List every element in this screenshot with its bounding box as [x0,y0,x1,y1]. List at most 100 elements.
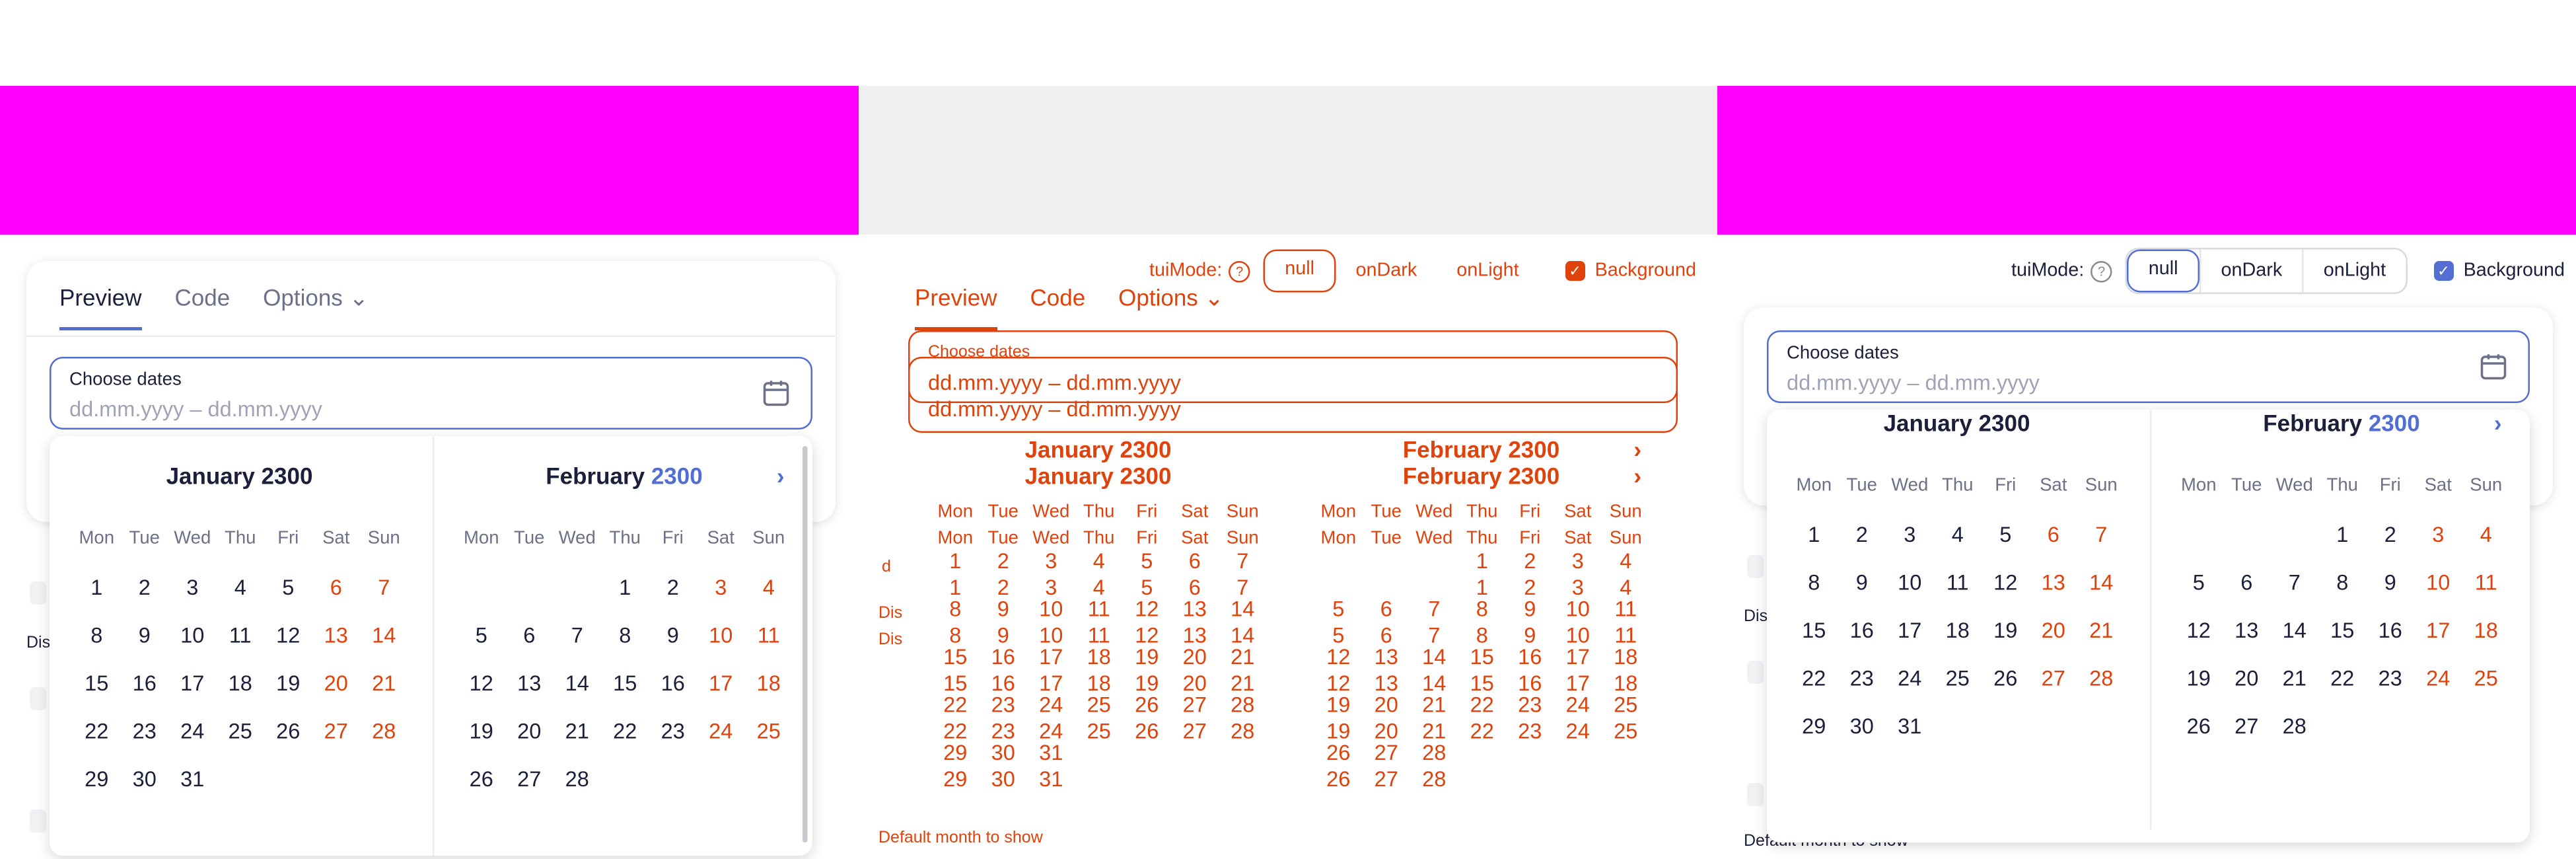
month-year[interactable]: 2300 [1979,410,2030,436]
day-cell[interactable]: 15 [1458,644,1507,669]
day-cell[interactable]: 6 [2223,570,2271,595]
day-cell[interactable]: 28 [554,766,602,792]
day-cell[interactable]: 25 [1934,666,1982,691]
day-cell[interactable]: 20 [505,719,554,744]
day-cell[interactable]: 25 [1602,692,1650,718]
day-cell[interactable]: 5 [1982,522,2030,547]
day-cell[interactable]: 16 [980,644,1028,669]
day-cell[interactable]: 5 [458,623,506,648]
day-cell[interactable]: 5 [1314,597,1363,622]
day-cell[interactable]: 20 [1171,644,1219,669]
day-cell[interactable]: 1 [931,548,980,574]
day-cell[interactable]: 27 [1171,692,1219,718]
day-cell[interactable]: 15 [2318,618,2367,643]
chevron-right-icon[interactable]: › [1633,463,1641,489]
day-cell[interactable]: 23 [121,719,169,744]
day-cell[interactable]: 23 [1506,692,1554,718]
day-cell[interactable]: 14 [1410,644,1458,669]
day-cell[interactable]: 24 [1886,666,1934,691]
day-cell[interactable]: 17 [697,671,745,696]
day-cell[interactable]: 19 [1314,692,1363,718]
mode-ondark[interactable]: onDark [2200,249,2302,293]
day-cell[interactable]: 2 [649,575,698,600]
day-cell[interactable]: 6 [1363,597,1411,622]
day-cell[interactable]: 10 [697,623,745,648]
chevron-right-icon[interactable]: › [777,463,785,489]
day-cell[interactable]: 10 [1886,570,1934,595]
month-year[interactable]: 2300 [1508,463,1559,489]
day-cell[interactable]: 15 [931,644,980,669]
mode-null[interactable]: null [2127,249,2200,293]
chevron-right-icon[interactable]: › [1633,436,1641,463]
day-cell[interactable]: 3 [168,575,217,600]
day-cell[interactable]: 8 [601,623,649,648]
day-cell[interactable]: 2 [1506,548,1554,574]
day-cell[interactable]: 7 [360,575,408,600]
day-cell[interactable]: 7 [1410,597,1458,622]
day-cell[interactable]: 18 [1602,644,1650,669]
day-cell[interactable]: 9 [2367,570,2415,595]
help-icon[interactable]: ? [1229,260,1250,282]
day-cell[interactable]: 17 [2414,618,2462,643]
day-cell[interactable]: 20 [2223,666,2271,691]
day-cell[interactable]: 24 [1554,692,1602,718]
day-cell[interactable]: 12 [1982,570,2030,595]
month-year[interactable]: 2300 [1120,463,1172,489]
day-cell[interactable]: 4 [1075,548,1124,574]
day-cell[interactable]: 22 [931,692,980,718]
day-cell[interactable]: 30 [980,766,1028,792]
background-toggle[interactable]: ✓ Background [2433,261,2565,281]
day-cell[interactable]: 2 [980,548,1028,574]
day-cell[interactable]: 12 [264,623,312,648]
day-cell[interactable]: 30 [980,740,1028,765]
day-cell[interactable]: 27 [1363,740,1411,765]
day-cell[interactable]: 21 [1219,644,1267,669]
day-cell[interactable]: 2 [1838,522,1886,547]
day-cell[interactable]: 25 [217,719,265,744]
day-cell[interactable]: 5 [1123,548,1171,574]
day-cell[interactable]: 5 [2175,570,2223,595]
date-range-input[interactable]: Choose dates dd.mm.yyyy – dd.mm.yyyy [50,357,812,430]
day-cell[interactable]: 8 [1458,597,1507,622]
tab-code[interactable]: Code [174,284,230,330]
day-cell[interactable]: 20 [1363,692,1411,718]
day-cell[interactable]: 22 [1458,692,1507,718]
day-cell[interactable]: 15 [73,671,121,696]
day-cell[interactable]: 29 [1790,714,1838,739]
day-cell[interactable]: 13 [1171,597,1219,622]
day-cell[interactable]: 14 [2077,570,2126,595]
day-cell[interactable]: 13 [2223,618,2271,643]
day-cell[interactable]: 18 [217,671,265,696]
day-cell[interactable]: 11 [2462,570,2511,595]
day-cell[interactable]: 4 [745,575,793,600]
day-cell[interactable]: 31 [1027,740,1075,765]
day-cell[interactable]: 6 [1171,548,1219,574]
day-cell[interactable]: 12 [2175,618,2223,643]
day-cell[interactable]: 9 [980,597,1028,622]
day-cell[interactable]: 12 [1314,644,1363,669]
day-cell[interactable]: 26 [264,719,312,744]
day-cell[interactable]: 15 [1790,618,1838,643]
day-cell[interactable]: 3 [1554,548,1602,574]
day-cell[interactable]: 21 [554,719,602,744]
month-year[interactable]: 2300 [1120,436,1172,463]
day-cell[interactable]: 9 [649,623,698,648]
day-cell[interactable]: 15 [601,671,649,696]
day-cell[interactable]: 25 [1075,692,1124,718]
day-cell[interactable]: 28 [1410,740,1458,765]
month-year[interactable]: 2300 [262,463,313,489]
day-cell[interactable]: 24 [697,719,745,744]
day-cell[interactable]: 25 [745,719,793,744]
background-toggle[interactable]: ✓ Background [1565,261,1696,281]
tab-options[interactable]: Options ⌄ [1118,284,1224,330]
day-cell[interactable]: 18 [1934,618,1982,643]
day-cell[interactable]: 28 [1219,692,1267,718]
day-cell[interactable]: 2 [121,575,169,600]
day-cell[interactable]: 3 [1886,522,1934,547]
day-cell[interactable]: 16 [1506,644,1554,669]
day-cell[interactable]: 3 [2414,522,2462,547]
day-cell[interactable]: 22 [1790,666,1838,691]
day-cell[interactable]: 10 [168,623,217,648]
day-cell[interactable]: 3 [1027,548,1075,574]
day-cell[interactable]: 10 [1554,597,1602,622]
